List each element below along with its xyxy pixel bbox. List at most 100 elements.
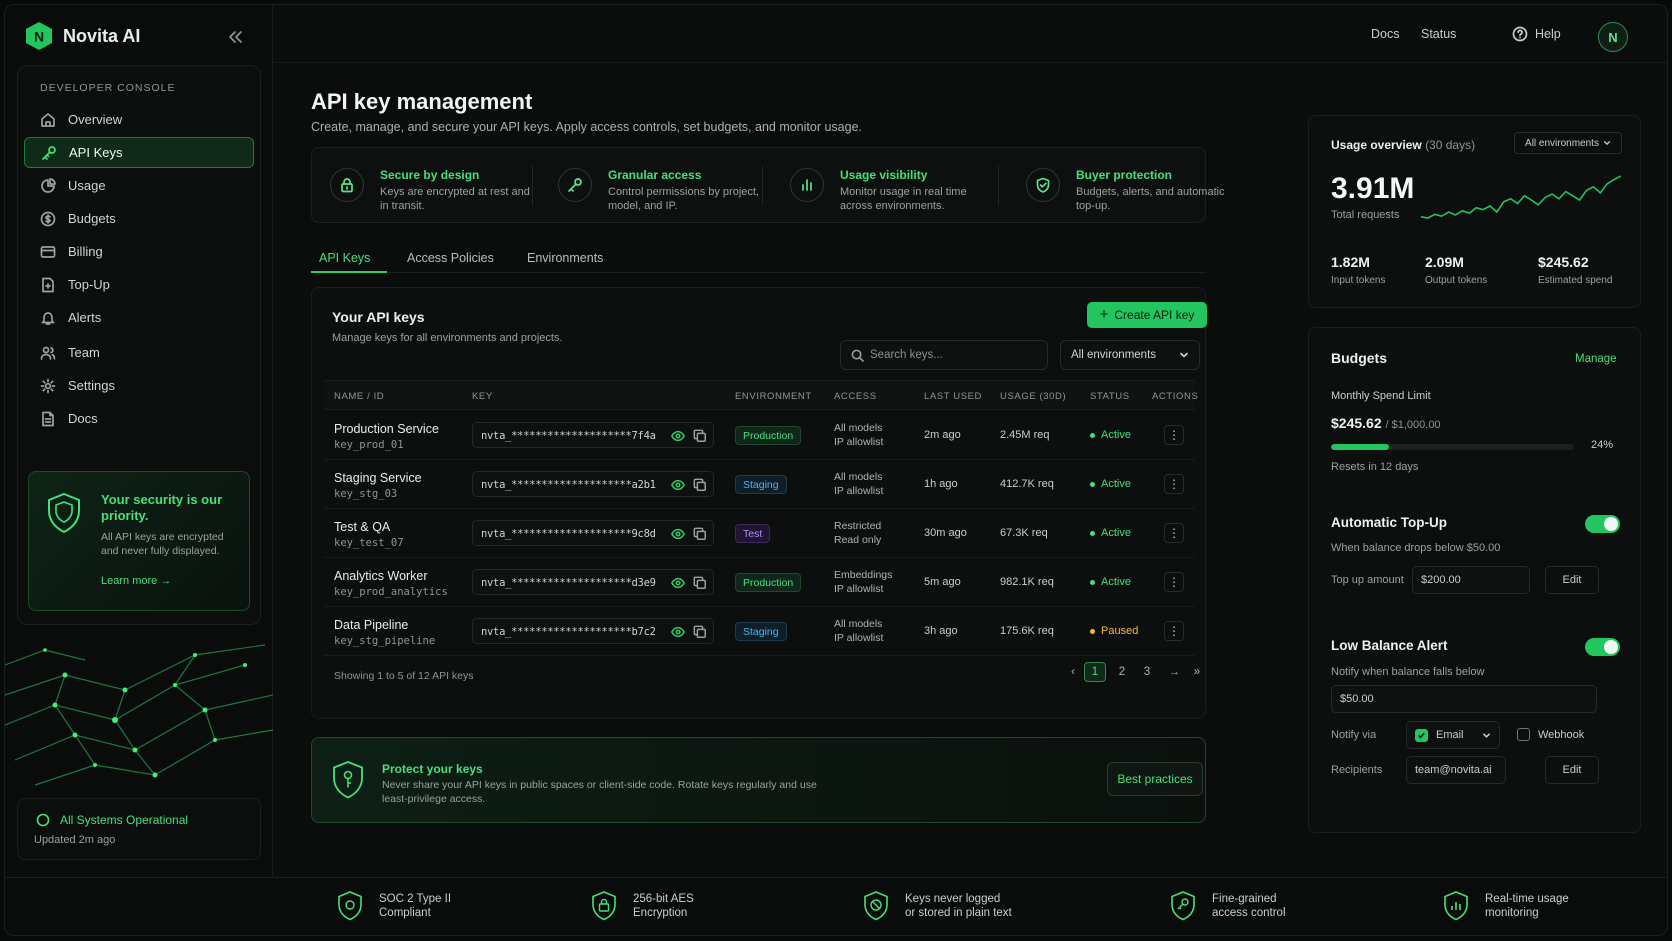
table-row[interactable]: Production Service key_prod_01 nvta_******… — [324, 411, 1195, 460]
copy-icon[interactable] — [693, 429, 707, 443]
key-icon — [42, 145, 56, 160]
column-header[interactable]: NAME / ID — [334, 391, 384, 402]
manage-budgets-link[interactable]: Manage — [1575, 353, 1617, 365]
sidebar-item-top-up[interactable]: Top-Up — [24, 269, 254, 300]
notify-via-label: Notify via — [1331, 729, 1377, 741]
tab-access-policies[interactable]: Access Policies — [407, 251, 494, 265]
footer-aes: 256-bit AES Encryption — [589, 890, 694, 922]
sidebar-item-billing[interactable]: Billing — [24, 236, 254, 267]
webhook-checkbox[interactable] — [1517, 728, 1530, 741]
row-actions-button[interactable]: ⋮ — [1164, 621, 1184, 641]
create-api-key-button[interactable]: + Create API key — [1087, 302, 1207, 328]
table-row[interactable]: Test & QA key_test_07 nvta_***************… — [324, 509, 1195, 558]
keys-title: Your API keys — [332, 309, 425, 325]
masked-key-field: nvta_********************b7c2 — [472, 618, 714, 644]
low-balance-title: Low Balance Alert — [1331, 638, 1448, 653]
collapse-sidebar-icon[interactable] — [225, 27, 245, 47]
user-avatar[interactable]: N — [1598, 22, 1628, 52]
eye-icon[interactable] — [671, 527, 685, 541]
row-actions-button[interactable]: ⋮ — [1164, 425, 1184, 445]
column-header[interactable]: ACCESS — [834, 391, 877, 402]
feature-title: Buyer protection — [1076, 168, 1173, 182]
last-page-icon[interactable]: » — [1186, 662, 1208, 682]
status-link[interactable]: Status — [1421, 27, 1456, 41]
lock-icon — [592, 891, 616, 921]
brand[interactable]: N Novita AI — [25, 21, 140, 51]
low-balance-toggle[interactable] — [1585, 638, 1620, 656]
search-input[interactable]: Search keys... — [840, 340, 1048, 370]
learn-more-link[interactable]: Learn more → — [101, 575, 171, 587]
home-icon — [41, 112, 55, 127]
email-checkbox[interactable] — [1415, 728, 1428, 742]
copy-icon[interactable] — [693, 625, 707, 639]
row-actions-button[interactable]: ⋮ — [1164, 474, 1184, 494]
masked-key: nvta_********************9c8d — [481, 528, 656, 540]
column-header[interactable]: STATUS — [1090, 391, 1130, 402]
docs-link[interactable]: Docs — [1371, 27, 1399, 41]
eye-icon[interactable] — [671, 625, 685, 639]
sidebar-item-overview[interactable]: Overview — [24, 104, 254, 135]
nav-heading: DEVELOPER CONSOLE — [40, 82, 176, 94]
topup-amount-field[interactable]: $200.00 — [1412, 566, 1530, 594]
usage-env-select[interactable]: All environments — [1514, 132, 1622, 154]
sidebar-item-usage[interactable]: Usage — [24, 170, 254, 201]
sidebar-item-team[interactable]: Team — [24, 337, 254, 368]
topup-edit-button[interactable]: Edit — [1545, 566, 1599, 594]
feature-desc: Control permissions by project, model, a… — [608, 186, 760, 212]
topup-toggle[interactable] — [1585, 515, 1620, 533]
chevron-down-icon — [1603, 141, 1611, 145]
security-card: Your security is our priority. All API k… — [28, 471, 250, 611]
page-3-button[interactable]: 3 — [1136, 662, 1158, 682]
column-header[interactable]: LAST USED — [924, 391, 982, 402]
help-link[interactable]: Help — [1512, 26, 1561, 42]
copy-icon[interactable] — [693, 478, 707, 492]
eye-icon[interactable] — [671, 478, 685, 492]
row-actions-button[interactable]: ⋮ — [1164, 523, 1184, 543]
eye-icon[interactable] — [671, 576, 685, 590]
sidebar-item-alerts[interactable]: Alerts — [24, 302, 254, 333]
page-1-button[interactable]: 1 — [1084, 662, 1106, 682]
environment-badge: Test — [735, 524, 771, 543]
recipients-field[interactable]: team@novita.ai — [1406, 756, 1506, 784]
threshold-field[interactable]: $50.00 — [1331, 685, 1597, 713]
prev-page-icon[interactable]: ‹ — [1062, 662, 1084, 682]
feature-title: Secure by design — [380, 168, 480, 182]
best-practices-button[interactable]: Best practices — [1107, 762, 1203, 796]
recipients-edit-button[interactable]: Edit — [1545, 756, 1599, 784]
key-name: Production Service — [334, 422, 439, 436]
column-header[interactable]: ENVIRONMENT — [735, 391, 812, 402]
copy-icon[interactable] — [693, 576, 707, 590]
sidebar-item-docs[interactable]: Docs — [24, 403, 254, 434]
tab-environments[interactable]: Environments — [527, 251, 603, 265]
tab-api-keys[interactable]: API Keys — [319, 251, 370, 265]
sidebar-item-label: Usage — [68, 178, 106, 193]
tab-underline — [311, 271, 387, 273]
status-dot — [1090, 530, 1095, 536]
spend-progress-fill — [1331, 444, 1390, 450]
copy-icon[interactable] — [693, 527, 707, 541]
system-status[interactable]: All Systems Operational Updated 2m ago — [17, 798, 261, 860]
environment-filter-select[interactable]: All environments — [1060, 340, 1200, 370]
sidebar-item-label: Overview — [68, 112, 123, 127]
usage-30d: 412.7K req — [1000, 478, 1054, 490]
next-page-icon[interactable]: → — [1163, 662, 1185, 682]
sidebar-item-api-keys[interactable]: API Keys — [24, 137, 254, 168]
column-header[interactable]: USAGE (30D) — [1000, 391, 1066, 402]
table-row[interactable]: Staging Service key_stg_03 nvta_**********… — [324, 460, 1195, 509]
bell-icon — [41, 311, 55, 325]
sidebar-item-budgets[interactable]: Budgets — [24, 203, 254, 234]
eye-icon[interactable] — [671, 429, 685, 443]
sidebar-item-settings[interactable]: Settings — [24, 370, 254, 401]
table-row[interactable]: Analytics Worker key_prod_analytics nvta_*… — [324, 558, 1195, 607]
row-actions-button[interactable]: ⋮ — [1164, 572, 1184, 592]
shield-key-icon — [333, 761, 363, 799]
email-select[interactable]: Email — [1406, 721, 1500, 749]
masked-key: nvta_********************a2b1 — [481, 479, 656, 491]
column-header[interactable]: KEY — [472, 391, 493, 402]
table-row[interactable]: Data Pipeline key_stg_pipeline nvta_******… — [324, 607, 1195, 656]
masked-key-field: nvta_********************a2b1 — [472, 471, 714, 497]
status-badge: Active — [1090, 478, 1131, 490]
page-2-button[interactable]: 2 — [1111, 662, 1133, 682]
topup-desc: When balance drops below $50.00 — [1331, 542, 1501, 554]
webhook-option[interactable]: Webhook — [1517, 728, 1584, 741]
